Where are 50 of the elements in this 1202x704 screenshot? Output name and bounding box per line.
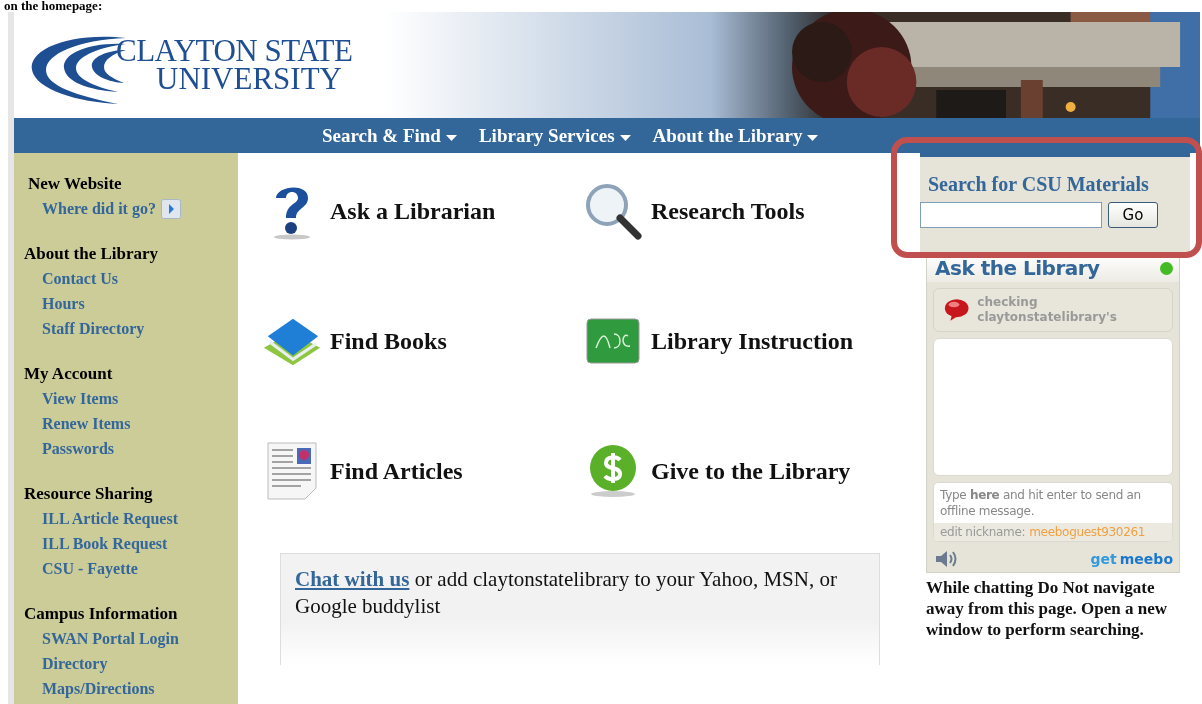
sidebar-link[interactable]: View Items xyxy=(42,386,119,411)
feature-link[interactable]: Library Instruction xyxy=(651,327,853,355)
article-document-icon xyxy=(267,442,317,500)
sidebar-link[interactable]: ILL Article Request xyxy=(42,506,178,531)
nickname-label: edit nickname: xyxy=(940,525,1026,539)
section-heading: About the Library xyxy=(24,243,160,265)
sidebar-link[interactable]: Directory xyxy=(42,651,108,676)
caret-icon xyxy=(807,134,819,141)
sidebar-link[interactable]: ILL Book Request xyxy=(42,531,168,556)
section-heading: New Website xyxy=(27,173,123,195)
search-field[interactable] xyxy=(920,202,1102,228)
sidebar-link[interactable]: SWAN Portal Login xyxy=(42,626,179,651)
feature-link[interactable]: Find Books xyxy=(330,327,447,355)
caption-text: on the homepage: xyxy=(3,0,104,12)
nav-menu-item[interactable]: Library Services xyxy=(478,124,631,147)
sidebar-link[interactable]: Passwords xyxy=(42,436,114,461)
chalkboard-icon xyxy=(586,318,640,364)
message-input[interactable]: Type here and hit enter to send an offline message. edit nickname: meeboguest930261 xyxy=(933,482,1173,542)
widget-title: Ask the Library xyxy=(935,256,1100,280)
input-hint: Type here and hit enter to send an offline message. xyxy=(939,487,1142,520)
nav-menu-item[interactable]: About the Library xyxy=(652,124,819,147)
chat-note: While chatting Do Not navigate away from this page. Open a new window to perform searching. xyxy=(925,577,1168,640)
sidebar-link[interactable]: Renew Items xyxy=(42,411,131,436)
caret-icon xyxy=(445,134,457,141)
caret-icon xyxy=(619,134,631,141)
sidebar-link[interactable]: Maps/Directions xyxy=(42,676,155,701)
nav-menu-item[interactable]: Search & Find xyxy=(322,124,457,147)
sidebar-link[interactable]: Where did it go? xyxy=(42,196,156,221)
logo-text: UNIVERSITY xyxy=(155,65,343,93)
feature-link[interactable]: Ask a Librarian xyxy=(330,197,496,225)
sidebar-link[interactable]: Staff Directory xyxy=(42,316,145,341)
section-heading: My Account xyxy=(24,363,114,385)
sidebar-link[interactable]: Hours xyxy=(42,291,85,316)
dollar-coin-icon xyxy=(587,444,639,498)
sidebar-link[interactable]: Contact Us xyxy=(42,266,118,291)
logo-text: CLAYTON STATE xyxy=(116,37,353,65)
section-heading: Resource Sharing xyxy=(24,483,154,505)
meebo-link[interactable]: get meebo xyxy=(1090,551,1173,567)
speech-bubble-icon xyxy=(944,297,970,323)
feature-link[interactable]: Find Articles xyxy=(330,457,463,485)
magnifying-glass-icon xyxy=(583,181,643,241)
status-text: checking claytonstatelibrary's xyxy=(977,295,1118,325)
chat-text: Chat with us or add claytonstatelibrary to your Yahoo, MSN, or Google buddylist xyxy=(295,566,838,620)
go-button[interactable]: Go xyxy=(1108,202,1158,228)
search-title: Search for CSU Materials xyxy=(927,173,1150,196)
section-heading: Campus Information xyxy=(24,603,179,625)
feature-link[interactable]: Give to the Library xyxy=(651,457,851,485)
chat-link[interactable]: Chat with us xyxy=(295,567,410,591)
feature-link[interactable]: Research Tools xyxy=(651,197,805,225)
sidebar-link[interactable]: CSU - Fayette xyxy=(42,556,138,581)
